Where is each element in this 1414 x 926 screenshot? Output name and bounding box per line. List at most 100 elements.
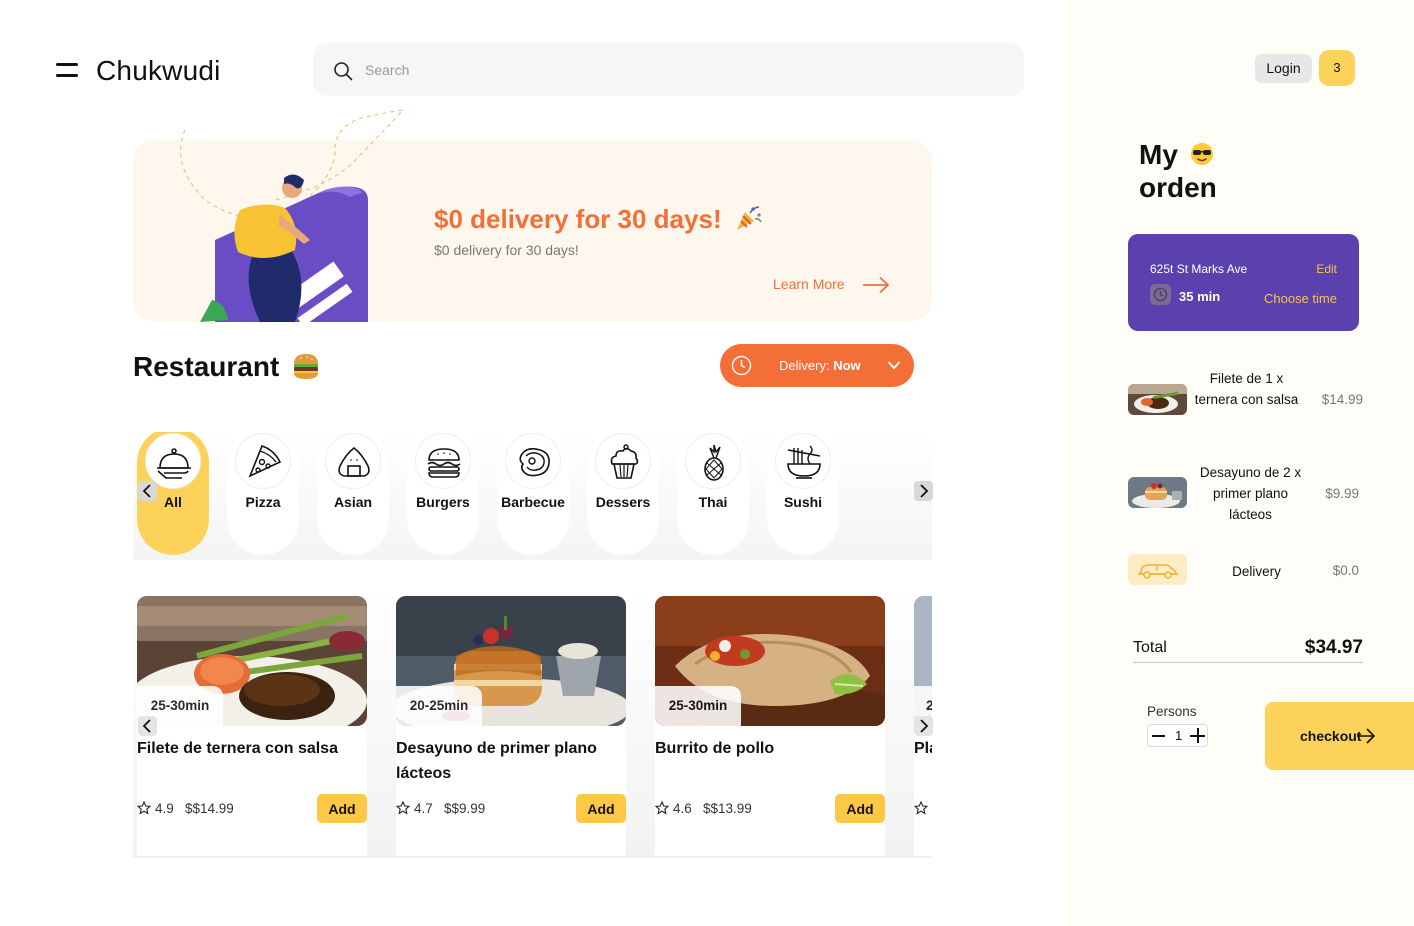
learn-more-link[interactable]: Learn More	[773, 276, 845, 292]
category-label: Barbecue	[501, 494, 565, 510]
delivery-value: Now	[833, 358, 861, 373]
category-icon-circle	[505, 433, 561, 489]
add-to-cart-button[interactable]: Add	[317, 794, 367, 823]
choose-time-link[interactable]: Choose time	[1264, 291, 1337, 306]
order-item-name: Filete de 1 x ternera con salsa	[1194, 371, 1299, 407]
food-name: Burrito de pollo	[655, 740, 775, 757]
category-desserts[interactable]: Dessers	[587, 432, 659, 555]
category-icon-circle	[595, 433, 651, 489]
burger-icon	[427, 448, 461, 478]
category-icon-circle	[775, 433, 831, 489]
page: Chukwudi Login 3 My orden 625t St Marks …	[0, 0, 1414, 926]
arrow-right-icon	[1357, 728, 1376, 744]
category-barbecue[interactable]: Barbecue	[497, 432, 569, 555]
delivery-time-badge: 25-30min	[655, 686, 741, 726]
food-card[interactable]: 25-30min Burrito de pollo 4.6 $$13.99 Ad…	[655, 596, 885, 856]
chevron-left-icon	[142, 719, 151, 733]
hamburger-food-icon	[294, 353, 319, 379]
order-item-price: $9.99	[1325, 486, 1359, 501]
chevron-left-icon	[142, 484, 151, 498]
order-title: My orden	[1139, 138, 1217, 204]
search-bar[interactable]	[313, 43, 1024, 96]
delivery-address-card: 625t St Marks Ave Edit 35 min Choose tim…	[1128, 234, 1359, 331]
food-price: $$9.99	[444, 801, 486, 816]
brand-name: Chukwudi	[96, 55, 221, 86]
banner-title: $0 delivery for 30 days!	[434, 204, 763, 235]
order-item-price: $14.99	[1321, 392, 1363, 407]
sunglasses-face-icon	[1190, 142, 1213, 165]
category-carousel: All Pizza Asian Burgers Barbecue Dessers…	[133, 432, 932, 560]
party-popper-icon	[736, 206, 762, 231]
category-label: Asian	[333, 494, 373, 510]
category-burgers[interactable]: Burgers	[407, 432, 479, 555]
add-to-cart-button[interactable]: Add	[576, 794, 626, 823]
category-label: Dessers	[595, 494, 651, 510]
food-scroll-left-button[interactable]	[138, 716, 157, 736]
food-card[interactable]: 25-30min Filete de ternera con salsa 4.9…	[137, 596, 367, 856]
food-price: $$14.99	[185, 801, 234, 816]
banner-title-text: $0 delivery for 30 days!	[434, 204, 722, 234]
delivery-car-thumbnail	[1128, 554, 1187, 585]
delivery-minutes: 35 min	[1179, 289, 1221, 304]
chevron-right-icon	[920, 484, 929, 498]
clock-icon	[1150, 284, 1171, 305]
category-icon-circle	[415, 433, 471, 489]
search-icon	[334, 62, 353, 81]
category-scroll-right-button[interactable]	[914, 481, 933, 501]
category-icon-circle	[235, 433, 291, 489]
category-icon-circle	[325, 433, 381, 489]
category-label: Sushi	[783, 494, 823, 510]
food-rating: 4.6	[673, 801, 692, 816]
hamburger-menu-icon[interactable]	[56, 63, 80, 79]
order-delivery-row: Delivery $0.0	[1128, 554, 1363, 588]
arrow-right-icon[interactable]	[862, 276, 890, 294]
total-value: $34.97	[1304, 637, 1363, 658]
steak-icon	[519, 447, 550, 477]
onigiri-icon	[338, 446, 370, 477]
cloche-icon	[157, 448, 191, 479]
order-title-line1: My	[1139, 139, 1178, 170]
food-cards-carousel: 25-30min Filete de ternera con salsa 4.9…	[133, 590, 932, 858]
noodles-icon	[787, 445, 821, 479]
order-item-thumbnail	[1128, 384, 1187, 415]
cupcake-icon	[610, 444, 639, 479]
search-input[interactable]	[365, 43, 965, 96]
category-scroll-left-button[interactable]	[138, 481, 157, 501]
category-thai[interactable]: Thai	[677, 432, 749, 555]
star-icon	[655, 801, 669, 815]
delivery-time-dropdown[interactable]: Delivery: Now	[720, 344, 914, 387]
category-asian[interactable]: Asian	[317, 432, 389, 555]
chevron-right-icon	[920, 719, 929, 733]
delivery-label-text: Delivery:	[779, 358, 830, 373]
food-card[interactable]: 20-25min Desayuno de primer plano lácteo…	[396, 596, 626, 856]
category-sushi[interactable]: Sushi	[767, 432, 839, 555]
checkout-button[interactable]: checkout	[1265, 702, 1414, 770]
increment-button[interactable]	[1190, 728, 1205, 743]
add-to-cart-button[interactable]: Add	[835, 794, 885, 823]
cart-count-badge[interactable]: 3	[1319, 50, 1355, 86]
star-icon	[137, 801, 151, 815]
car-icon	[1138, 564, 1178, 579]
login-button[interactable]: Login	[1255, 54, 1312, 83]
category-label: Pizza	[245, 494, 281, 510]
delivery-person-illustration	[200, 174, 368, 322]
decrement-button[interactable]	[1152, 735, 1165, 737]
clock-icon	[731, 355, 752, 376]
star-icon	[396, 801, 410, 815]
delivery-price: $0.0	[1332, 563, 1359, 578]
order-total-row: Total $34.97	[1133, 636, 1363, 663]
persons-quantity: 1	[1175, 728, 1183, 743]
category-label: Burgers	[416, 494, 470, 510]
food-scroll-right-button[interactable]	[914, 716, 933, 736]
food-name: Filete de ternera con salsa	[137, 740, 338, 757]
order-title-line2: orden	[1139, 172, 1217, 203]
food-price: $$13.99	[703, 801, 752, 816]
category-pizza[interactable]: Pizza	[227, 432, 299, 555]
order-item: Desayuno de 2 x primer plano lácteos $9.…	[1128, 460, 1363, 526]
restaurant-section-title: Restaurant	[133, 351, 321, 383]
order-item-thumbnail	[1128, 477, 1187, 508]
food-name: Desayuno de primer plano lácteos	[396, 740, 597, 782]
persons-label: Persons	[1147, 704, 1197, 719]
banner-subtitle: $0 delivery for 30 days!	[434, 242, 579, 258]
edit-address-link[interactable]: Edit	[1316, 262, 1337, 276]
